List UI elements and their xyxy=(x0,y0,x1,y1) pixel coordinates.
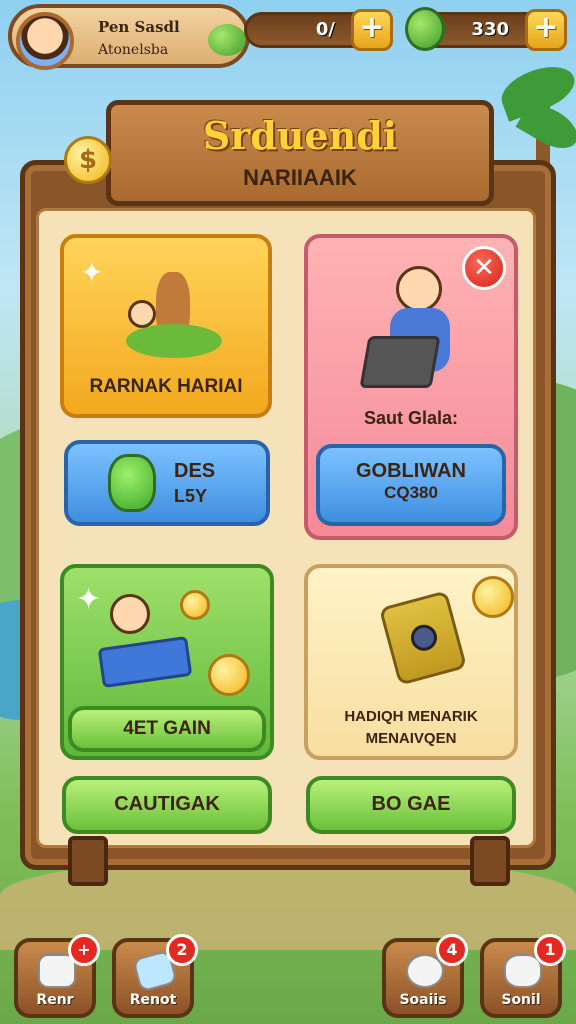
reading-boy-illustration xyxy=(97,590,250,700)
get-gain-label: 4ET GAIN xyxy=(123,718,211,739)
slime-offer-line2: L5Y xyxy=(174,486,208,506)
nav-label: Sonil xyxy=(501,992,541,1008)
gem-icon xyxy=(208,24,246,56)
nav-pets[interactable]: 1 Sonil xyxy=(480,934,566,1018)
nav-cards[interactable]: 2 Renot xyxy=(112,934,198,1018)
gift-card[interactable]: HADIQH MENARIK MENAIVQEN xyxy=(304,564,518,760)
star-icon: ✦ xyxy=(80,256,104,289)
nav-badge: 1 xyxy=(534,934,566,966)
leaf-icon xyxy=(405,7,445,51)
featured-button[interactable]: GOBLIWAN CQ380 xyxy=(316,444,506,526)
gift-box-illustration xyxy=(378,590,468,686)
nav-label: Soaiis xyxy=(399,992,447,1008)
game-title: Srduendi xyxy=(202,113,398,158)
featured-button-line1: GOBLIWAN xyxy=(356,460,466,482)
avatar[interactable] xyxy=(16,12,74,70)
slime-offer-button[interactable]: DES L5Y xyxy=(64,440,270,526)
resource-bar-2: 330 + xyxy=(405,7,567,51)
nav-map[interactable]: + Renr xyxy=(14,934,100,1018)
player-subtitle: Atonelsba xyxy=(98,42,169,58)
nav-label: Renot xyxy=(129,992,177,1008)
featured-card[interactable]: ✕ Saut Glala: GOBLIWAN CQ380 xyxy=(304,234,518,540)
resource-bar-1: 0/ + xyxy=(244,9,393,51)
gift-line2: MENAIVQEN xyxy=(365,730,457,747)
daily-reward-label: RARNAK HARIAI xyxy=(89,376,243,397)
game-subtitle: NARIIAAIK xyxy=(243,165,357,190)
slime-offer-line1: DES xyxy=(174,460,216,482)
add-resource-1-button[interactable]: + xyxy=(351,9,393,51)
camel-rider-illustration xyxy=(126,262,222,362)
nav-badge: 2 xyxy=(166,934,198,966)
boy-laptop-illustration xyxy=(359,266,470,396)
sparkle-icon: ✦ xyxy=(76,582,102,617)
nav-label: Renr xyxy=(36,992,74,1008)
daily-reward-card[interactable]: ✦ RARNAK HARIAI xyxy=(60,234,272,418)
resource-value-2: 330 xyxy=(471,19,509,40)
add-resource-2-button[interactable]: + xyxy=(525,9,567,51)
nav-badge: 4 xyxy=(436,934,468,966)
featured-caption: Saut Glala: xyxy=(363,408,459,428)
gift-line1: HADIQH MENARIK xyxy=(344,708,478,725)
left-action-button[interactable]: CAUTIGAK xyxy=(62,776,272,834)
nav-social[interactable]: 4 Soaiis xyxy=(382,934,468,1018)
coin-icon xyxy=(472,576,514,618)
right-action-button[interactable]: BO GAE xyxy=(306,776,516,834)
left-action-label: CAUTIGAK xyxy=(114,793,220,815)
title-sign: Srduendi NARIIAAIK xyxy=(106,100,494,206)
nav-badge: + xyxy=(68,934,100,966)
coin-icon: $ xyxy=(64,136,112,184)
slime-icon xyxy=(108,454,156,512)
resource-value-1: 0/ xyxy=(315,19,335,40)
earn-card[interactable]: ✦ 4ET GAIN xyxy=(60,564,274,760)
right-action-label: BO GAE xyxy=(371,793,451,815)
player-profile[interactable]: Pen Sasdl Atonelsba xyxy=(8,4,250,70)
get-gain-button[interactable]: 4ET GAIN xyxy=(68,706,266,752)
featured-button-line2: CQ380 xyxy=(384,483,438,502)
player-name: Pen Sasdl xyxy=(98,18,180,36)
board-post-right xyxy=(470,836,510,886)
board-post-left xyxy=(68,836,108,886)
top-bar: Pen Sasdl Atonelsba 0/ + 330 + xyxy=(8,4,568,70)
